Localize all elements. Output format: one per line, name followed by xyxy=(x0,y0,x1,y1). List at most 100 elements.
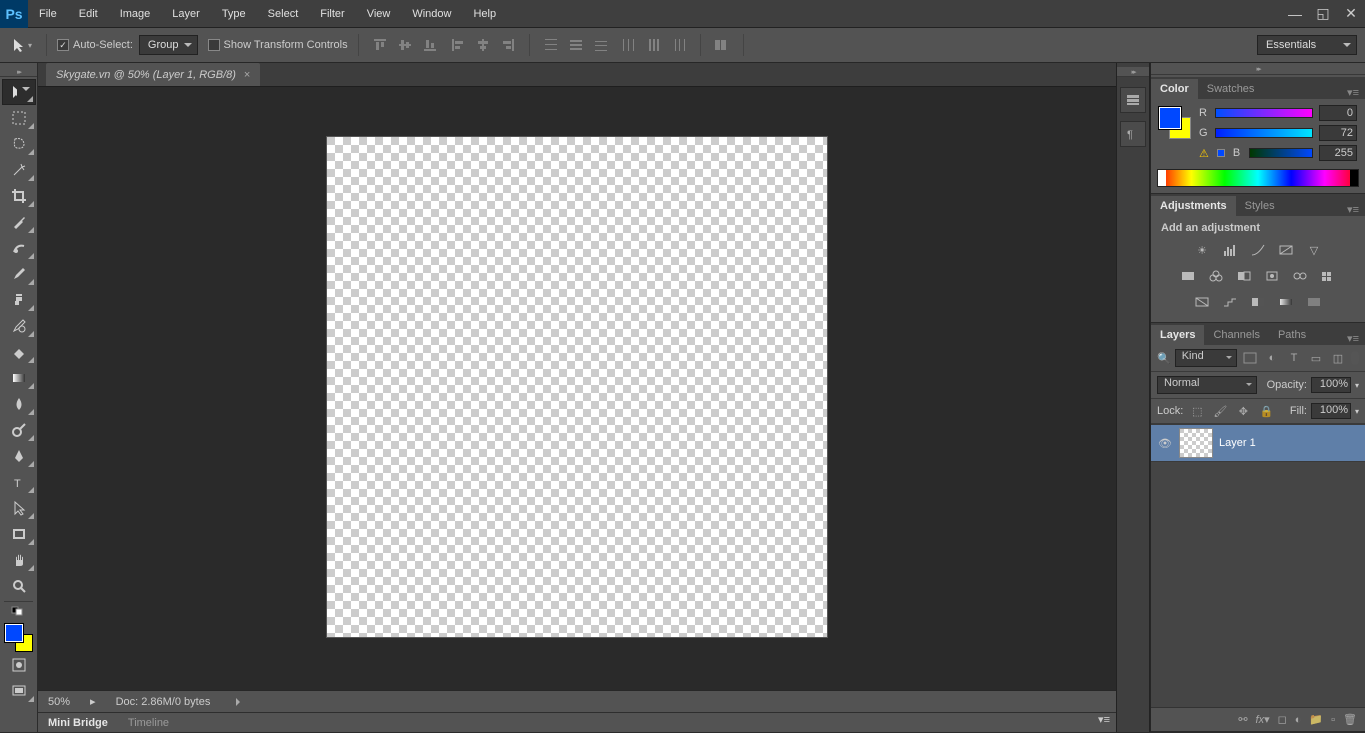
visibility-eye-icon[interactable]: 👁 xyxy=(1157,435,1173,451)
color-balance-icon[interactable] xyxy=(1205,266,1227,286)
align-left-icon[interactable] xyxy=(447,35,469,55)
canvas-viewport[interactable] xyxy=(38,87,1116,690)
tab-color[interactable]: Color xyxy=(1151,79,1198,99)
fill-dropdown-icon[interactable]: ▾ xyxy=(1355,407,1359,416)
move-tool-icon[interactable]: ▾ xyxy=(8,35,36,55)
default-colors-icon[interactable] xyxy=(2,604,36,618)
toolbar-expand-icon[interactable] xyxy=(0,67,37,77)
delete-layer-icon[interactable]: 🗑 xyxy=(1343,713,1357,726)
panel-menu-icon[interactable]: ▾≡ xyxy=(1341,332,1365,345)
menu-view[interactable]: View xyxy=(356,0,402,28)
screen-mode-tool[interactable] xyxy=(2,678,36,704)
crop-tool[interactable] xyxy=(2,183,36,209)
status-menu-icon[interactable] xyxy=(236,698,244,706)
foreground-color-swatch[interactable] xyxy=(5,624,23,642)
new-layer-icon[interactable]: ▫ xyxy=(1331,714,1335,726)
filter-toggle[interactable] xyxy=(1351,351,1359,365)
tab-adjustments[interactable]: Adjustments xyxy=(1151,196,1236,216)
filter-shape-icon[interactable]: ▭ xyxy=(1307,350,1325,366)
curves-icon[interactable] xyxy=(1247,240,1269,260)
invert-icon[interactable] xyxy=(1191,292,1213,312)
menu-filter[interactable]: Filter xyxy=(309,0,355,28)
brush-tool[interactable] xyxy=(2,261,36,287)
type-tool[interactable]: T xyxy=(2,469,36,495)
fill-input[interactable]: 100% xyxy=(1311,403,1351,419)
color-spectrum[interactable] xyxy=(1157,169,1359,187)
rectangle-tool[interactable] xyxy=(2,521,36,547)
quick-mask-tool[interactable] xyxy=(2,652,36,678)
path-selection-tool[interactable] xyxy=(2,495,36,521)
websafe-icon[interactable] xyxy=(1217,149,1225,157)
new-group-icon[interactable]: 📁 xyxy=(1309,713,1323,726)
tab-styles[interactable]: Styles xyxy=(1236,196,1284,216)
hue-saturation-icon[interactable] xyxy=(1177,266,1199,286)
layer-row[interactable]: 👁 Layer 1 xyxy=(1151,424,1365,462)
opacity-dropdown-icon[interactable]: ▾ xyxy=(1355,381,1359,390)
eraser-tool[interactable] xyxy=(2,339,36,365)
menu-layer[interactable]: Layer xyxy=(161,0,211,28)
layer-thumbnail[interactable] xyxy=(1179,428,1213,458)
panels-collapse-icon[interactable] xyxy=(1151,63,1365,75)
layer-style-icon[interactable]: fx▾ xyxy=(1256,713,1270,726)
channel-mixer-icon[interactable] xyxy=(1289,266,1311,286)
lock-all-icon[interactable]: 🔒 xyxy=(1257,403,1275,419)
black-white-icon[interactable] xyxy=(1233,266,1255,286)
canvas[interactable] xyxy=(327,137,827,637)
bottom-panel-menu-icon[interactable]: ▾≡ xyxy=(1092,713,1116,732)
opacity-input[interactable]: 100% xyxy=(1311,377,1351,393)
close-tab-icon[interactable]: × xyxy=(244,69,250,81)
threshold-icon[interactable] xyxy=(1247,292,1269,312)
tab-layers[interactable]: Layers xyxy=(1151,325,1204,345)
filter-kind-dropdown[interactable]: Kind xyxy=(1175,349,1237,367)
blur-tool[interactable] xyxy=(2,391,36,417)
foreground-swatch-icon[interactable] xyxy=(1159,107,1181,129)
workspace-dropdown[interactable]: Essentials xyxy=(1257,35,1357,55)
b-slider[interactable] xyxy=(1249,148,1313,158)
vibrance-icon[interactable]: ▽ xyxy=(1303,240,1325,260)
color-panel-swatches[interactable] xyxy=(1159,107,1191,139)
align-top-icon[interactable] xyxy=(369,35,391,55)
b-value[interactable]: 255 xyxy=(1319,145,1357,161)
auto-select-checkbox[interactable]: Auto-Select: xyxy=(57,39,133,51)
tab-channels[interactable]: Channels xyxy=(1204,325,1268,345)
panel-menu-icon[interactable]: ▾≡ xyxy=(1341,203,1365,216)
dodge-tool[interactable] xyxy=(2,417,36,443)
filter-adjustment-icon[interactable]: ◐ xyxy=(1263,350,1281,366)
window-close-icon[interactable]: ✕ xyxy=(1337,0,1365,28)
menu-select[interactable]: Select xyxy=(257,0,310,28)
zoom-tool[interactable] xyxy=(2,573,36,599)
clone-stamp-tool[interactable] xyxy=(2,287,36,313)
marquee-tool[interactable] xyxy=(2,105,36,131)
distribute-vcenter-icon[interactable] xyxy=(565,35,587,55)
blend-mode-dropdown[interactable]: Normal xyxy=(1157,376,1257,394)
menu-file[interactable]: File xyxy=(28,0,68,28)
photo-filter-icon[interactable] xyxy=(1261,266,1283,286)
panel-collapse-icon[interactable] xyxy=(1117,67,1149,77)
link-layers-icon[interactable]: ⚯ xyxy=(1238,713,1247,726)
posterize-icon[interactable] xyxy=(1219,292,1241,312)
align-hcenter-icon[interactable] xyxy=(472,35,494,55)
eyedropper-tool[interactable] xyxy=(2,209,36,235)
lasso-tool[interactable] xyxy=(2,131,36,157)
distribute-left-icon[interactable] xyxy=(618,35,640,55)
distribute-hcenter-icon[interactable] xyxy=(643,35,665,55)
lock-transparency-icon[interactable]: ⬚ xyxy=(1188,403,1206,419)
align-vcenter-icon[interactable] xyxy=(394,35,416,55)
tab-mini-bridge[interactable]: Mini Bridge xyxy=(38,713,118,732)
pen-tool[interactable] xyxy=(2,443,36,469)
r-slider[interactable] xyxy=(1215,108,1313,118)
healing-brush-tool[interactable] xyxy=(2,235,36,261)
distribute-right-icon[interactable] xyxy=(668,35,690,55)
history-panel-icon[interactable] xyxy=(1120,87,1146,113)
r-value[interactable]: 0 xyxy=(1319,105,1357,121)
new-adjustment-layer-icon[interactable]: ◐ xyxy=(1295,714,1302,726)
distribute-bottom-icon[interactable] xyxy=(590,35,612,55)
magic-wand-tool[interactable] xyxy=(2,157,36,183)
color-swatches[interactable] xyxy=(5,624,33,652)
window-maximize-icon[interactable]: ◱ xyxy=(1309,0,1337,28)
align-right-icon[interactable] xyxy=(497,35,519,55)
history-brush-tool[interactable] xyxy=(2,313,36,339)
filter-type-icon[interactable]: T xyxy=(1285,350,1303,366)
lock-image-icon[interactable]: 🖌 xyxy=(1211,403,1229,419)
filter-smart-icon[interactable]: ◫ xyxy=(1329,350,1347,366)
